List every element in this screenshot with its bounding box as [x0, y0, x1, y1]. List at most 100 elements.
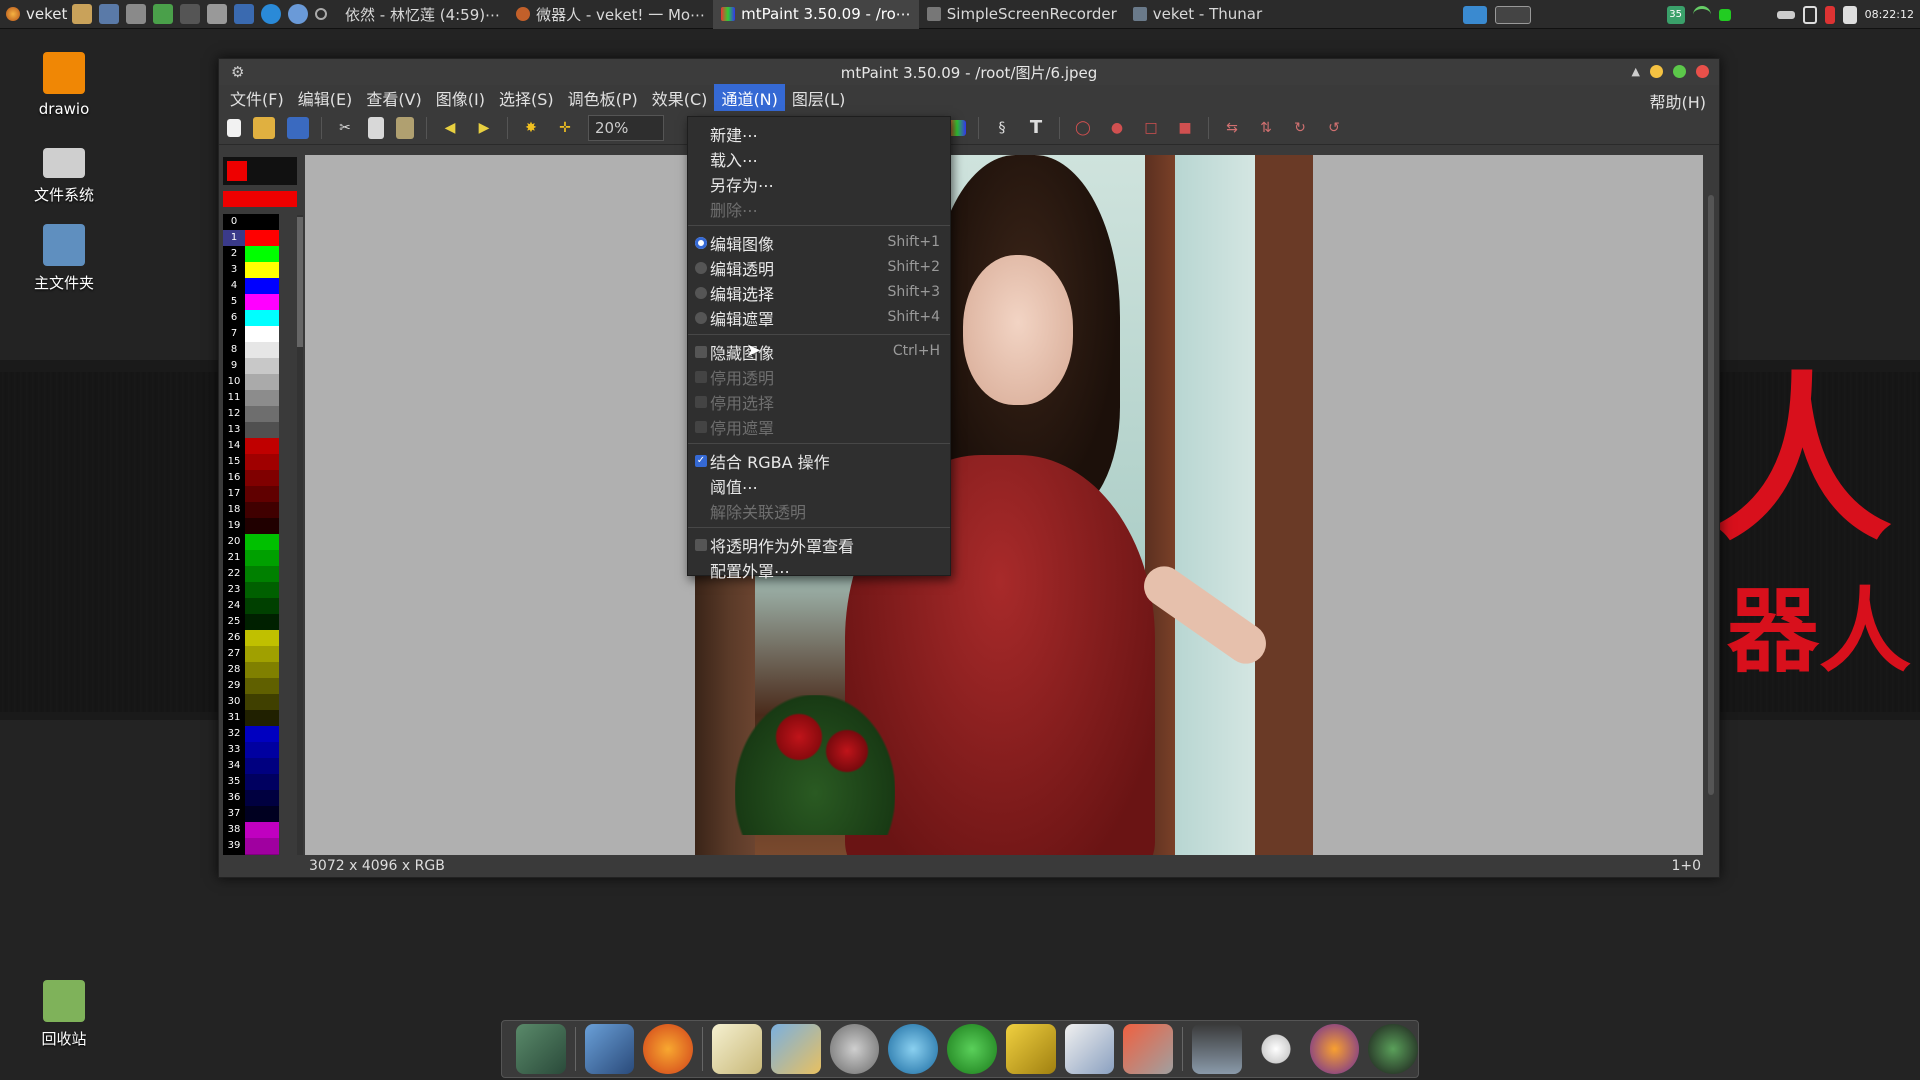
printer-launcher-icon[interactable]: [207, 4, 227, 24]
lasso-icon[interactable]: §: [991, 117, 1013, 139]
image-canvas[interactable]: [305, 155, 1703, 857]
screenshot-launcher-icon[interactable]: [234, 4, 254, 24]
terminal-launcher-icon[interactable]: [180, 4, 200, 24]
pan-icon[interactable]: ✸: [520, 117, 542, 139]
palette-color-swatch[interactable]: [245, 646, 279, 662]
palette-color-swatch[interactable]: [245, 534, 279, 550]
palette-color-swatch[interactable]: [245, 278, 279, 294]
task-thunar[interactable]: veket - Thunar: [1125, 0, 1270, 29]
palette-entry[interactable]: 3: [223, 262, 279, 278]
menu-item-threshold[interactable]: 阈值⋯: [688, 473, 950, 498]
menu-item-hide-image[interactable]: 隐藏图像 Ctrl+H: [688, 339, 950, 364]
palette-color-swatch[interactable]: [245, 470, 279, 486]
settings-launcher-icon[interactable]: [126, 4, 146, 24]
palette-entry[interactable]: 5: [223, 294, 279, 310]
palette-entry[interactable]: 10: [223, 374, 279, 390]
palette-color-swatch[interactable]: [245, 678, 279, 694]
menu-selection[interactable]: 选择(S): [492, 84, 561, 112]
paste-icon[interactable]: [396, 116, 414, 139]
palette-entry[interactable]: 19: [223, 518, 279, 534]
color-a-swatch[interactable]: [227, 161, 247, 181]
palette-entry[interactable]: 29: [223, 678, 279, 694]
palette-entry[interactable]: 9: [223, 358, 279, 374]
dock-chart-icon[interactable]: [1064, 1024, 1115, 1074]
menu-edit[interactable]: 编辑(E): [291, 84, 360, 112]
minimize-button[interactable]: [1650, 65, 1663, 78]
palette-color-swatch[interactable]: [245, 374, 279, 390]
palette-entry[interactable]: 14: [223, 438, 279, 454]
palette-entry[interactable]: 16: [223, 470, 279, 486]
crosshair-icon[interactable]: ✛: [554, 117, 576, 139]
rect-filled-icon[interactable]: ■: [1174, 117, 1196, 139]
menu-image[interactable]: 图像(I): [429, 84, 492, 112]
palette-color-swatch[interactable]: [245, 342, 279, 358]
menu-item-edit-selection[interactable]: 编辑选择 Shift+3: [688, 280, 950, 305]
palette-color-swatch[interactable]: [245, 454, 279, 470]
color-swatch[interactable]: [223, 157, 297, 185]
palette-color-swatch[interactable]: [245, 566, 279, 582]
task-browser[interactable]: 微器人 - veket! 一 Mo⋯: [508, 0, 713, 29]
clock-launcher-icon[interactable]: [261, 4, 281, 24]
dock-drive-icon[interactable]: [1192, 1024, 1242, 1074]
palette-color-swatch[interactable]: [245, 550, 279, 566]
palette-color-swatch[interactable]: [245, 758, 279, 774]
palette-entry[interactable]: 1: [223, 230, 279, 246]
battery-badge-icon[interactable]: 35: [1666, 5, 1685, 24]
flip-v-icon[interactable]: ⇅: [1255, 117, 1277, 139]
palette-entry[interactable]: 34: [223, 758, 279, 774]
palette-entry[interactable]: 25: [223, 614, 279, 630]
clock[interactable]: 08:22:12: [1865, 8, 1914, 21]
palette-entry[interactable]: 21: [223, 550, 279, 566]
palette-entry[interactable]: 18: [223, 502, 279, 518]
maximize-button[interactable]: [1673, 65, 1686, 78]
palette-entry[interactable]: 20: [223, 534, 279, 550]
palette-entry[interactable]: 11: [223, 390, 279, 406]
palette-entry[interactable]: 17: [223, 486, 279, 502]
palette-color-swatch[interactable]: [245, 582, 279, 598]
task-recorder[interactable]: SimpleScreenRecorder: [919, 0, 1125, 29]
menu-view[interactable]: 查看(V): [359, 84, 428, 112]
palette-entry[interactable]: 15: [223, 454, 279, 470]
ellipse-outline-icon[interactable]: ◯: [1072, 117, 1094, 139]
mtpaint-tray-icon[interactable]: [1494, 5, 1531, 24]
palette-entry[interactable]: 0: [223, 214, 279, 230]
palette-color-swatch[interactable]: [245, 390, 279, 406]
palette-entry[interactable]: 4: [223, 278, 279, 294]
palette-color-swatch[interactable]: [245, 774, 279, 790]
palette-entry[interactable]: 22: [223, 566, 279, 582]
palette-color-swatch[interactable]: [245, 326, 279, 342]
desktop-icon-filesystem[interactable]: 文件系统: [14, 140, 114, 205]
palette-entry[interactable]: 35: [223, 774, 279, 790]
microphone-icon[interactable]: [1824, 5, 1835, 24]
shade-icon[interactable]: ▲: [1632, 65, 1640, 78]
palette-color-swatch[interactable]: [245, 246, 279, 262]
palette-entry[interactable]: 6: [223, 310, 279, 326]
dock-browser-icon[interactable]: [643, 1024, 694, 1074]
flip-h-icon[interactable]: ⇆: [1221, 117, 1243, 139]
palette-color-swatch[interactable]: [245, 838, 279, 854]
menu-item-edit-mask[interactable]: 编辑遮罩 Shift+4: [688, 305, 950, 330]
palette-entry[interactable]: 37: [223, 806, 279, 822]
palette-color-swatch[interactable]: [245, 262, 279, 278]
palette-color-swatch[interactable]: [245, 214, 279, 230]
palette-entry[interactable]: 38: [223, 822, 279, 838]
palette-color-swatch[interactable]: [245, 230, 279, 246]
keyboard-icon[interactable]: [1776, 10, 1795, 19]
gear-icon[interactable]: ⚙: [231, 63, 244, 81]
palette-color-swatch[interactable]: [245, 614, 279, 630]
desktop-icon-drawio[interactable]: drawio: [14, 52, 114, 118]
palette-color-swatch[interactable]: [245, 726, 279, 742]
palette-entry[interactable]: 32: [223, 726, 279, 742]
menu-item-couple-rgba[interactable]: ✓ 结合 RGBA 操作: [688, 448, 950, 473]
palette-color-swatch[interactable]: [245, 502, 279, 518]
palette-color-swatch[interactable]: [245, 742, 279, 758]
palette-entry[interactable]: 26: [223, 630, 279, 646]
palette-entry[interactable]: 24: [223, 598, 279, 614]
dock-music-icon[interactable]: [829, 1024, 880, 1074]
palette-entry[interactable]: 7: [223, 326, 279, 342]
menu-item-configure-overlays[interactable]: 配置外罩⋯: [688, 557, 950, 582]
palette-entry[interactable]: 27: [223, 646, 279, 662]
redo-icon[interactable]: ▶: [473, 117, 495, 139]
palette-color-swatch[interactable]: [245, 694, 279, 710]
volume-icon[interactable]: [1842, 5, 1857, 24]
